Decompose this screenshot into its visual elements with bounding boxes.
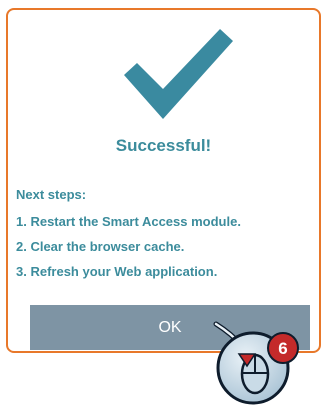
steps-list: 1. Restart the Smart Access module. 2. C…: [16, 214, 241, 289]
step-badge: 6: [267, 332, 299, 364]
step-item: 1. Restart the Smart Access module.: [16, 214, 241, 229]
ok-button-label: OK: [158, 318, 182, 336]
checkmark-icon: [124, 29, 233, 119]
next-steps-heading: Next steps:: [16, 187, 87, 202]
success-dialog: Successful! Next steps: 1. Restart the S…: [6, 8, 321, 353]
click-annotation: 6: [213, 321, 299, 405]
step-badge-number: 6: [278, 339, 287, 358]
step-item: 2. Clear the browser cache.: [16, 239, 185, 254]
step-item: 3. Refresh your Web application.: [16, 264, 218, 279]
dialog-title: Successful!: [115, 136, 212, 155]
